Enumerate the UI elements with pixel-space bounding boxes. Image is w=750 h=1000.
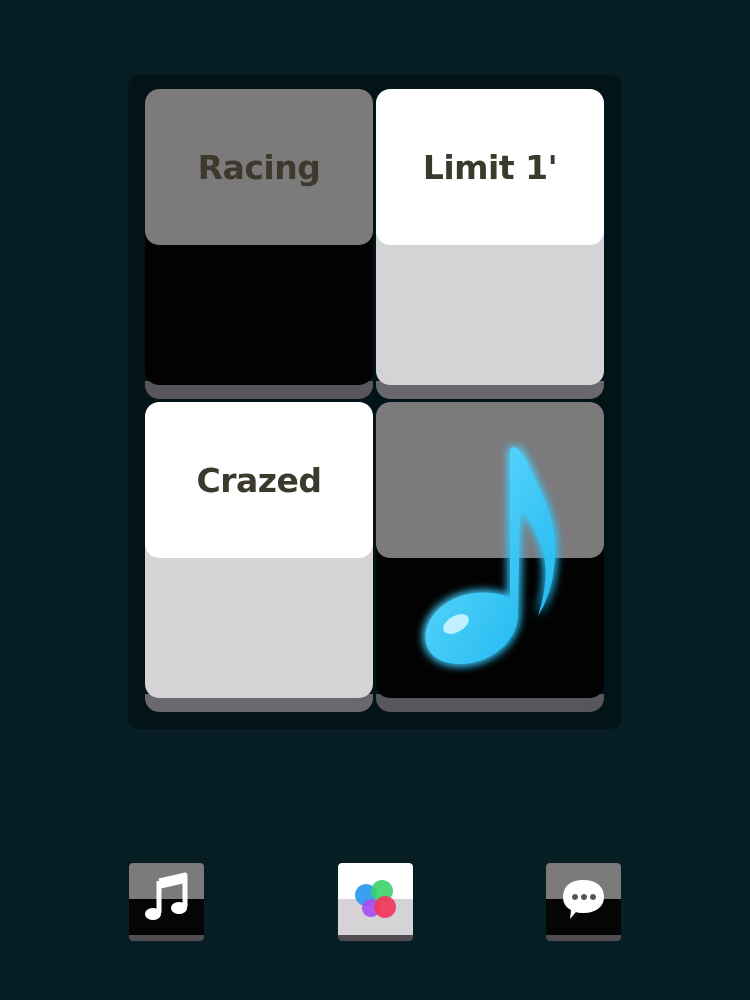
mode-board: Racing Limit 1' Crazed <box>128 75 622 729</box>
mode-tile-crazed[interactable]: Crazed <box>145 402 373 712</box>
chat-button[interactable] <box>546 863 621 941</box>
button-shadow <box>129 935 204 941</box>
button-shadow <box>546 935 621 941</box>
music-icon <box>145 872 188 920</box>
mode-label-limit: Limit 1' <box>422 147 558 187</box>
chat-bubble-icon <box>563 880 604 919</box>
button-shadow <box>338 935 413 941</box>
mode-label-racing: Racing <box>197 147 321 187</box>
mode-tile-racing[interactable]: Racing <box>145 89 373 399</box>
game-center-button[interactable] <box>338 863 413 941</box>
music-note-icon <box>425 447 556 665</box>
mode-label-crazed: Crazed <box>196 460 322 500</box>
game-center-icon <box>355 880 396 918</box>
music-button[interactable] <box>129 863 204 941</box>
logo-tile <box>376 402 604 712</box>
mode-tile-limit[interactable]: Limit 1' <box>376 89 604 399</box>
